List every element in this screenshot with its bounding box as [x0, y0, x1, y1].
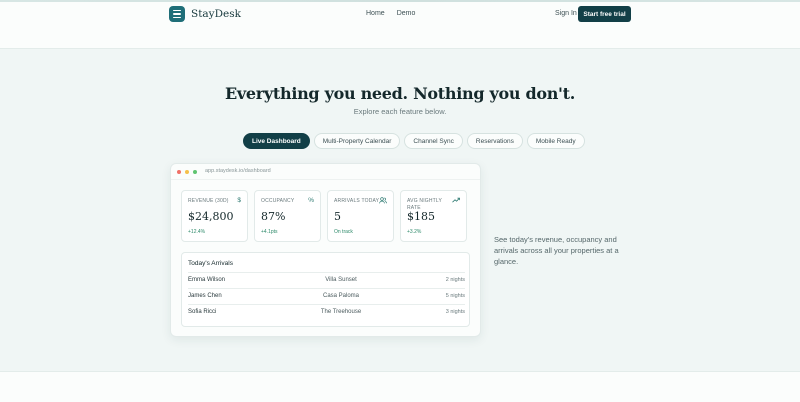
- stat-delta: +3.2%: [407, 229, 422, 235]
- stat-value: 87%: [261, 210, 286, 223]
- stat-card-avg-rate: Avg Nightly Rate $185 +3.2%: [400, 190, 467, 242]
- menu-logo-icon: [169, 6, 185, 22]
- brand-name: StayDesk: [191, 8, 241, 20]
- nav-links: Home Demo: [366, 10, 415, 17]
- arrivals-title: Today's Arrivals: [188, 260, 233, 267]
- stat-delta: +4.1pts: [261, 229, 278, 235]
- tab-reservations[interactable]: Reservations: [466, 133, 523, 149]
- stay-nights: 5 nights: [445, 293, 465, 299]
- stay-nights: 3 nights: [445, 309, 465, 315]
- tab-live-dashboard[interactable]: Live Dashboard: [243, 133, 310, 149]
- trend-up-icon: [452, 197, 460, 205]
- stat-card-occupancy: Occupancy % 87% +4.1pts: [254, 190, 321, 242]
- stay-nights: 2 nights: [445, 277, 465, 283]
- start-free-trial-button[interactable]: Start free trial: [578, 6, 631, 22]
- dollar-icon: $: [237, 197, 241, 204]
- window-url: app.staydesk.io/dashboard: [205, 168, 271, 174]
- sign-in-link[interactable]: Sign In: [555, 10, 577, 17]
- property-name: Casa Paloma: [322, 293, 360, 299]
- nav-link-home[interactable]: Home: [366, 10, 385, 17]
- guest-name: Emma Wilson: [188, 277, 226, 283]
- footer-section: [0, 371, 800, 402]
- table-row: James Chen Casa Paloma 5 nights: [188, 288, 465, 303]
- percent-icon: %: [308, 197, 314, 204]
- window-titlebar: app.staydesk.io/dashboard: [171, 164, 480, 180]
- stat-value: $185: [407, 210, 435, 223]
- top-nav: StayDesk Home Demo Sign In Start free tr…: [0, 0, 800, 49]
- guest-name: James Chen: [188, 293, 222, 299]
- stat-card-arrivals: Arrivals Today 5 On track: [327, 190, 394, 242]
- feature-tabs: Live Dashboard Multi-Property Calendar C…: [243, 133, 585, 149]
- stat-delta: On track: [334, 229, 353, 235]
- table-row: Sofia Ricci The Treehouse 3 nights: [188, 304, 465, 319]
- minimize-dot-icon: [185, 170, 189, 174]
- users-icon: [379, 197, 387, 206]
- feature-description: See today's revenue, occupancy and arriv…: [494, 235, 619, 266]
- stat-value: 5: [334, 210, 341, 223]
- nav-link-demo[interactable]: Demo: [397, 10, 416, 17]
- property-name: The Treehouse: [320, 309, 362, 315]
- stat-label: Revenue (30d): [188, 198, 229, 204]
- stat-value: $24,800: [188, 210, 234, 223]
- stat-card-revenue: Revenue (30d) $ $24,800 +12.4%: [181, 190, 248, 242]
- page-subline: Explore each feature below.: [353, 107, 447, 116]
- tab-multi-property-calendar[interactable]: Multi-Property Calendar: [313, 133, 401, 149]
- table-row: Emma Wilson Villa Sunset 2 nights: [188, 272, 465, 287]
- guest-name: Sofia Ricci: [188, 309, 217, 315]
- stat-delta: +12.4%: [188, 229, 206, 235]
- close-dot-icon: [177, 170, 181, 174]
- stat-label: Arrivals Today: [334, 198, 380, 204]
- property-name: Villa Sunset: [325, 277, 357, 283]
- tab-mobile-ready[interactable]: Mobile Ready: [526, 133, 585, 149]
- stat-label: Occupancy: [261, 198, 295, 204]
- maximize-dot-icon: [193, 170, 197, 174]
- brand[interactable]: StayDesk: [169, 6, 241, 22]
- todays-arrivals-panel: Today's Arrivals Emma Wilson Villa Sunse…: [181, 252, 470, 327]
- page-headline: Everything you need. Nothing you don't.: [225, 84, 575, 103]
- dashboard-preview-window: app.staydesk.io/dashboard Revenue (30d) …: [170, 163, 481, 337]
- tab-channel-sync[interactable]: Channel Sync: [404, 133, 463, 149]
